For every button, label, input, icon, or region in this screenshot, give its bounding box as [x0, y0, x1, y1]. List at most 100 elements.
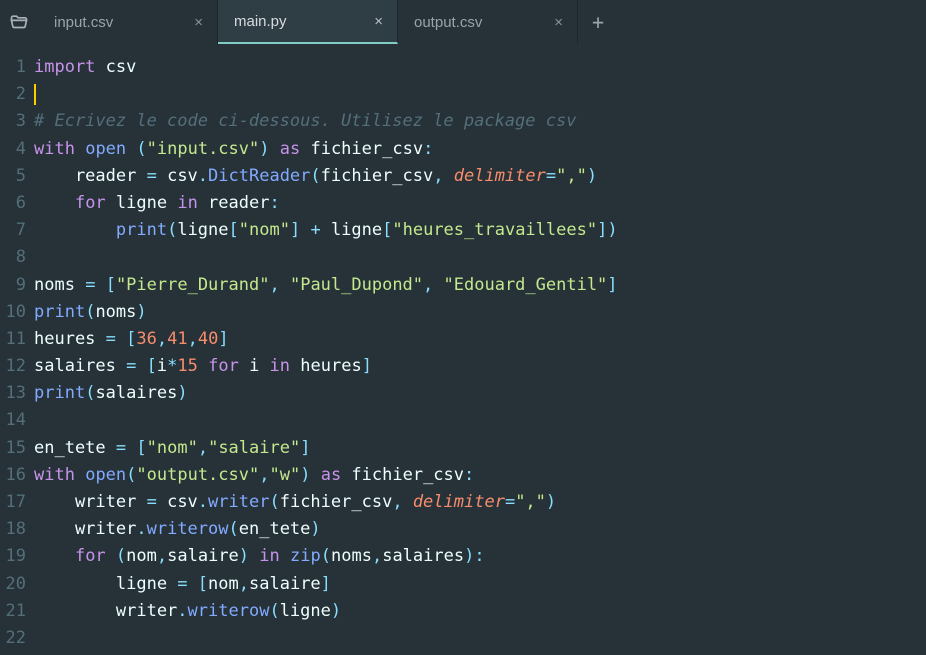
line-number-gutter: 12345678910111213141516171819202122 [0, 44, 32, 655]
token-var: noms [34, 275, 85, 295]
token-fn: zip [290, 546, 321, 566]
token-var: ligne [177, 220, 228, 240]
tab-main-py[interactable]: main.py× [218, 0, 398, 44]
line-number: 7 [0, 217, 26, 244]
code-line[interactable] [34, 625, 926, 652]
token-str: "salaire" [208, 438, 300, 458]
token-kw: for [75, 193, 106, 213]
code-line[interactable]: salaires = [i*15 for i in heures] [34, 353, 926, 380]
close-icon[interactable]: × [374, 13, 383, 30]
code-line[interactable] [34, 81, 926, 108]
token-var: csv [157, 166, 198, 186]
line-number: 19 [0, 543, 26, 570]
code-line[interactable]: with open("output.csv","w") as fichier_c… [34, 462, 926, 489]
folder-open-icon [9, 12, 29, 32]
token-op: ] [218, 329, 228, 349]
token-op: , [157, 329, 167, 349]
token-op: ) [300, 465, 310, 485]
token-var [444, 166, 454, 186]
token-var [34, 546, 75, 566]
token-op: + [310, 220, 320, 240]
token-op: = [177, 574, 187, 594]
token-var [75, 465, 85, 485]
token-op: * [167, 356, 177, 376]
new-tab-button[interactable]: + [578, 0, 618, 44]
tab-output-csv[interactable]: output.csv× [398, 0, 578, 44]
token-op: ) [239, 546, 249, 566]
token-kw: in [259, 546, 279, 566]
token-kw: for [208, 356, 239, 376]
code-line[interactable]: noms = ["Pierre_Durand", "Paul_Dupond", … [34, 272, 926, 299]
token-var [270, 139, 280, 159]
close-icon[interactable]: × [554, 14, 563, 31]
token-kw: with [34, 139, 75, 159]
text-cursor [34, 84, 36, 105]
code-line[interactable]: print(ligne["nom"] + ligne["heures_trava… [34, 217, 926, 244]
code-line[interactable]: with open ("input.csv") as fichier_csv: [34, 136, 926, 163]
token-var [403, 492, 413, 512]
token-var: csv [157, 492, 198, 512]
code-line[interactable]: print(noms) [34, 299, 926, 326]
code-line[interactable]: writer = csv.writer(fichier_csv, delimit… [34, 489, 926, 516]
token-var [280, 275, 290, 295]
line-number: 18 [0, 516, 26, 543]
token-str: "Paul_Dupond" [290, 275, 423, 295]
token-num: 36 [136, 329, 156, 349]
token-var: heures [290, 356, 362, 376]
token-var: fichier_csv [280, 492, 393, 512]
code-line[interactable]: # Ecrivez le code ci-dessous. Utilisez l… [34, 108, 926, 135]
token-str: "Edouard_Gentil" [444, 275, 608, 295]
token-op: ) [259, 139, 269, 159]
token-op: = [126, 356, 136, 376]
code-line[interactable] [34, 244, 926, 271]
token-op: ( [269, 492, 279, 512]
code-line[interactable]: reader = csv.DictReader(fichier_csv, del… [34, 163, 926, 190]
code-editor[interactable]: 12345678910111213141516171819202122 impo… [0, 44, 926, 655]
code-line[interactable]: print(salaires) [34, 380, 926, 407]
token-var: nom [208, 574, 239, 594]
token-cmt: # Ecrivez le code ci-dessous. Utilisez l… [34, 111, 576, 131]
code-line[interactable]: import csv [34, 54, 926, 81]
token-fn: open [85, 139, 126, 159]
open-file-button[interactable] [0, 0, 38, 44]
token-num: 15 [177, 356, 197, 376]
code-line[interactable]: writer.writerow(ligne) [34, 598, 926, 625]
line-number: 2 [0, 81, 26, 108]
token-op: , [392, 492, 402, 512]
token-var: heures [34, 329, 106, 349]
token-var: salaire [249, 574, 321, 594]
token-str: "input.csv" [147, 139, 260, 159]
token-var [95, 275, 105, 295]
tab-input-csv[interactable]: input.csv× [38, 0, 218, 44]
code-area[interactable]: import csv # Ecrivez le code ci-dessous. … [32, 44, 926, 655]
token-op: , [188, 329, 198, 349]
token-fn: DictReader [208, 166, 310, 186]
token-kw: as [280, 139, 300, 159]
token-op: ] [290, 220, 300, 240]
code-line[interactable]: writer.writerow(en_tete) [34, 516, 926, 543]
token-op: [ [198, 574, 208, 594]
token-var: i [157, 356, 167, 376]
token-var: en_tete [34, 438, 116, 458]
token-kw: import [34, 57, 95, 77]
close-icon[interactable]: × [194, 14, 203, 31]
token-op: = [505, 492, 515, 512]
code-line[interactable] [34, 407, 926, 434]
line-number: 21 [0, 598, 26, 625]
line-number: 16 [0, 462, 26, 489]
token-op: = [85, 275, 95, 295]
token-op: ) [546, 492, 556, 512]
code-line[interactable]: for (nom,salaire) in zip(noms,salaires): [34, 543, 926, 570]
code-line[interactable]: heures = [36,41,40] [34, 326, 926, 353]
line-number: 17 [0, 489, 26, 516]
token-param: delimiter [413, 492, 505, 512]
code-line[interactable]: ligne = [nom,salaire] [34, 571, 926, 598]
token-op: ] [607, 275, 617, 295]
code-line[interactable]: for ligne in reader: [34, 190, 926, 217]
token-param: delimiter [454, 166, 546, 186]
token-kw: for [75, 546, 106, 566]
token-var [433, 275, 443, 295]
line-number: 22 [0, 625, 26, 652]
token-op: , [198, 438, 208, 458]
code-line[interactable]: en_tete = ["nom","salaire"] [34, 435, 926, 462]
